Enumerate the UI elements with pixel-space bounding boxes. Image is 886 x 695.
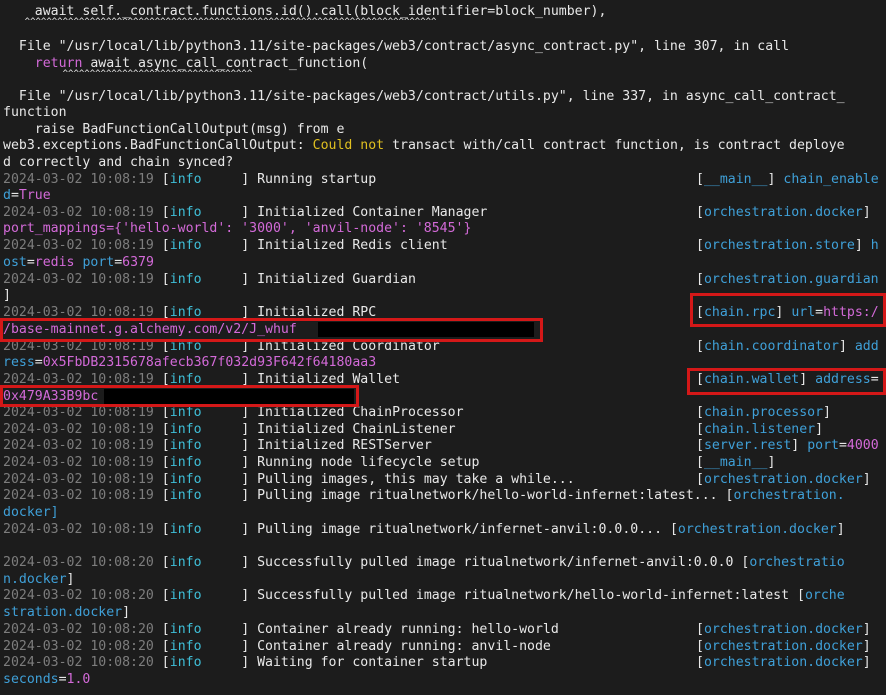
traceback-file-line: File "/usr/local/lib/python3.11/site-pac… xyxy=(3,39,790,54)
log-module: [server.rest] port=4000 xyxy=(696,438,879,453)
log-row: 2024-03-02 10:08:19 [info ] Initialized … xyxy=(3,438,432,453)
annotation-box-rpc-url xyxy=(690,293,886,327)
log-module: [orchestration.guardian xyxy=(696,272,879,287)
log-continuation: d=True xyxy=(3,188,51,203)
log-module: [orchestration.docker] xyxy=(696,622,871,637)
log-continuation: stration.docker] xyxy=(3,605,131,620)
terminal-window[interactable]: await self._contract.functions.id().call… xyxy=(0,0,886,695)
log-module: [chain.coordinator] add xyxy=(696,339,879,354)
annotation-box-wallet-address xyxy=(0,385,359,407)
log-module: [chain.listener] xyxy=(696,422,824,437)
log-module: [orchestration.store] h xyxy=(696,238,879,253)
exception-line: web3.exceptions.BadFunctionCallOutput: C… xyxy=(3,138,845,153)
log-row: 2024-03-02 10:08:19 [info ] Initialized … xyxy=(3,205,488,220)
traceback-line: raise BadFunctionCallOutput(msg) from e xyxy=(3,122,345,137)
traceback-carets: ^^^^^^^^^^^^^^^^^^^^^^^^^^^^^^^^^^^ xyxy=(3,69,253,79)
log-row: 2024-03-02 10:08:19 [info ] Pulling imag… xyxy=(3,522,845,537)
log-row: 2024-03-02 10:08:19 [info ] Pulling imag… xyxy=(3,488,845,503)
log-module: [orchestration.docker] xyxy=(696,655,871,670)
log-row: 2024-03-02 10:08:20 [info ] Successfully… xyxy=(3,555,845,570)
log-module: [orchestration.docker] xyxy=(696,639,871,654)
log-row: 2024-03-02 10:08:19 [info ] Initialized … xyxy=(3,238,448,253)
log-continuation: port_mappings={'hello-world': '3000', 'a… xyxy=(3,221,472,236)
log-module: [chain.processor] xyxy=(696,405,831,420)
log-row: 2024-03-02 10:08:19 [info ] Pulling imag… xyxy=(3,472,575,487)
log-module: [__main__] xyxy=(696,455,776,470)
traceback-file-line: File "/usr/local/lib/python3.11/site-pac… xyxy=(3,89,845,104)
log-module: [orchestration.docker] xyxy=(696,205,871,220)
log-row: 2024-03-02 10:08:19 [info ] Running star… xyxy=(3,172,377,187)
log-continuation: ress=0x5FbDB2315678afecb367f032d93F642f6… xyxy=(3,355,377,370)
log-module: [orchestration.docker] xyxy=(696,472,871,487)
annotation-box-rpc-url-cont xyxy=(0,318,543,342)
log-row: 2024-03-02 10:08:19 [info ] Initialized … xyxy=(3,272,416,287)
log-row: 2024-03-02 10:08:20 [info ] Container al… xyxy=(3,639,551,654)
log-continuation: ost=redis port=6379 xyxy=(3,255,154,270)
log-continuation: seconds=1.0 xyxy=(3,672,91,687)
log-continuation: n.docker] xyxy=(3,572,75,587)
traceback-carets: ^^^^^^^^^^^^^^^^^^^^^^^^^^^^^^^^^^^^^^^^… xyxy=(3,17,437,27)
log-module: [__main__] chain_enable xyxy=(696,172,879,187)
log-row: 2024-03-02 10:08:20 [info ] Waiting for … xyxy=(3,655,488,670)
log-row: 2024-03-02 10:08:19 [info ] Initialized … xyxy=(3,422,456,437)
exception-line: d correctly and chain synced? xyxy=(3,155,234,170)
log-continuation: ] xyxy=(3,288,11,303)
log-continuation: docker] xyxy=(3,505,59,520)
log-row: 2024-03-02 10:08:20 [info ] Container al… xyxy=(3,622,559,637)
log-row: 2024-03-02 10:08:20 [info ] Successfully… xyxy=(3,588,845,603)
traceback-line: function xyxy=(3,105,67,120)
annotation-box-wallet xyxy=(687,368,886,395)
log-row: 2024-03-02 10:08:19 [info ] Running node… xyxy=(3,455,480,470)
